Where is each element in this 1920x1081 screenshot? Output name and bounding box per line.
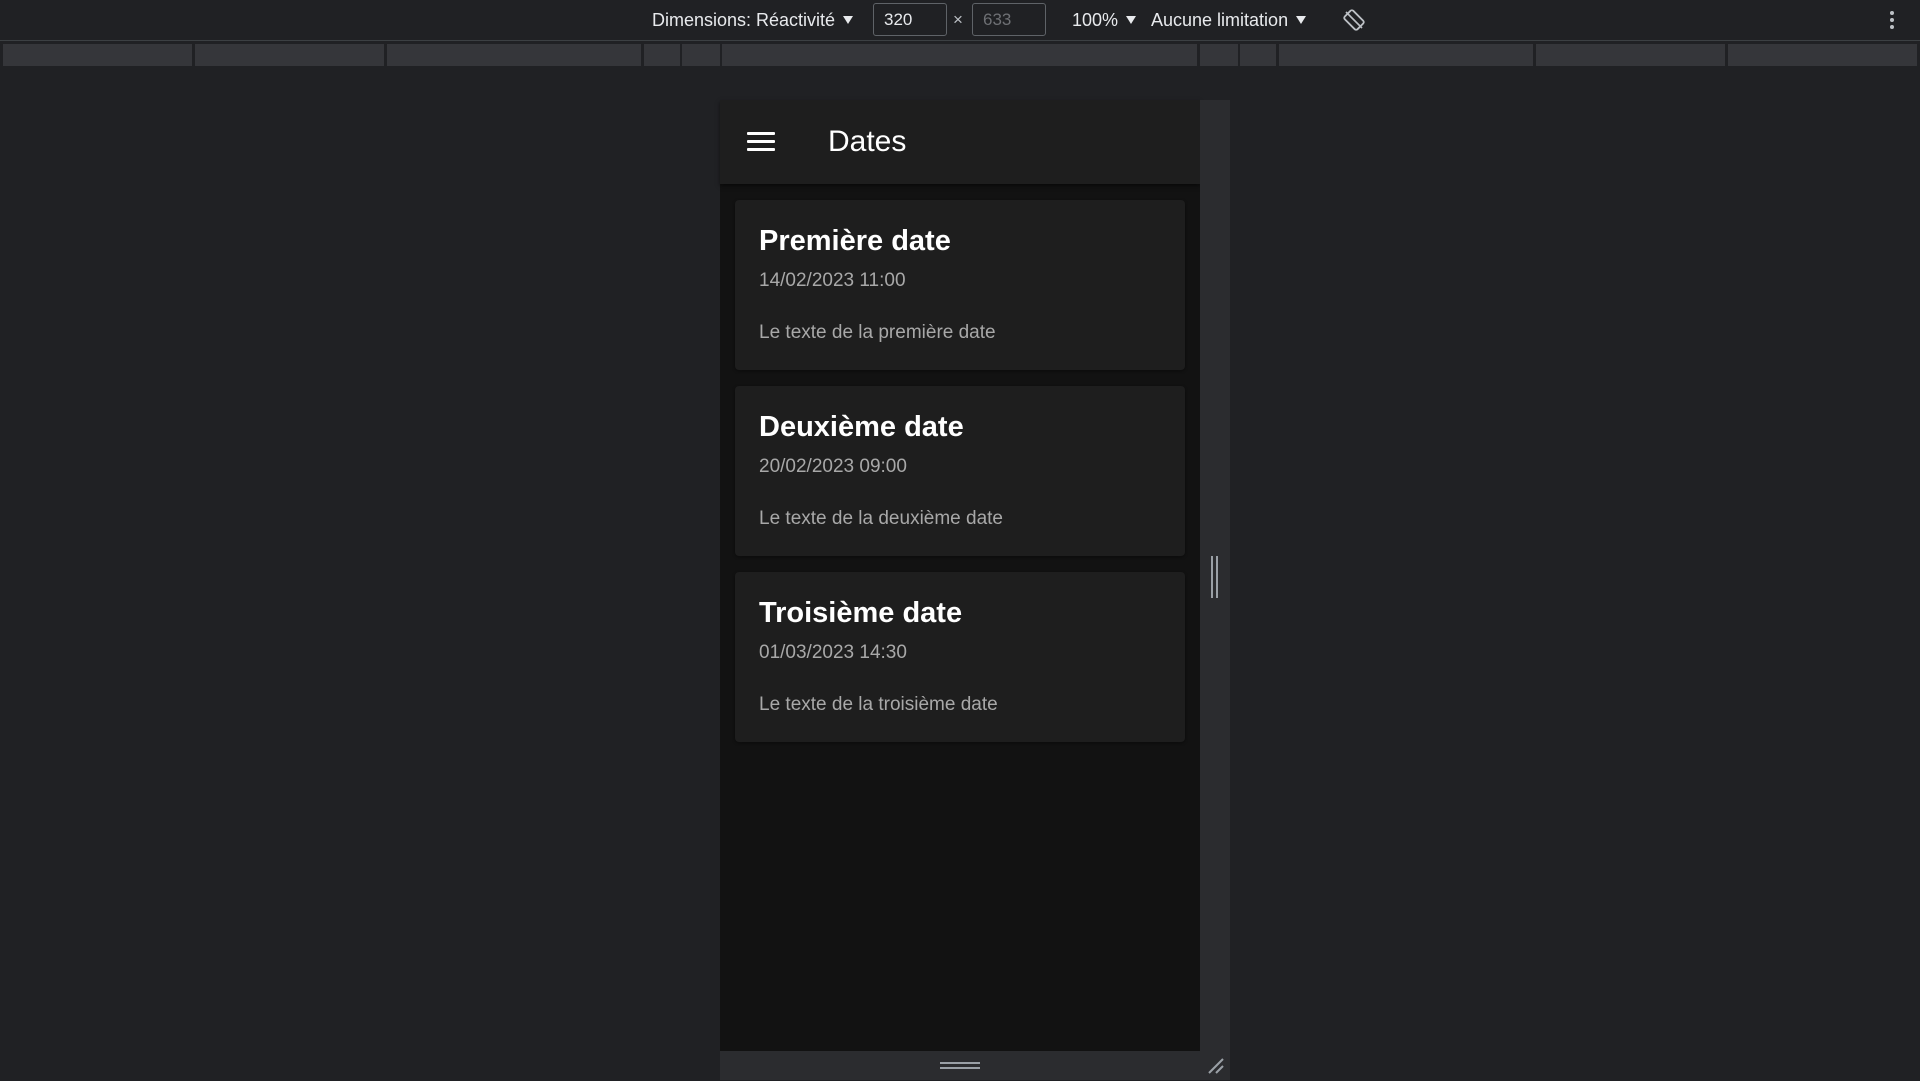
date-list: Première date 14/02/2023 11:00 Le texte … (735, 200, 1185, 758)
times-sign: × (953, 10, 963, 29)
media-query-segment[interactable] (195, 44, 384, 66)
media-query-segment[interactable] (682, 44, 720, 66)
media-query-bar (0, 40, 1920, 68)
card-date: 01/03/2023 14:30 (759, 642, 907, 663)
media-query-segment[interactable] (1279, 44, 1533, 66)
resize-handle-bottom-icon[interactable] (940, 1062, 980, 1072)
chevron-down-icon (1126, 16, 1137, 24)
page-title: Dates (828, 125, 907, 158)
zoom-dropdown[interactable]: 100% (1072, 10, 1137, 31)
device-toolbar: Dimensions: Réactivité × 100% Aucune lim… (0, 0, 1920, 40)
date-card[interactable]: Deuxième date 20/02/2023 09:00 Le texte … (735, 386, 1185, 556)
dimensions-dropdown[interactable]: Dimensions: Réactivité (652, 10, 854, 31)
media-query-segment[interactable] (387, 44, 641, 66)
date-card[interactable]: Première date 14/02/2023 11:00 Le texte … (735, 200, 1185, 370)
zoom-label: 100% (1072, 10, 1119, 30)
chevron-down-icon (843, 16, 854, 24)
media-query-segment[interactable] (644, 44, 680, 66)
width-input[interactable] (873, 3, 947, 36)
app-header: Dates (720, 100, 1200, 184)
card-text: Le texte de la deuxième date (759, 508, 1004, 529)
date-card[interactable]: Troisième date 01/03/2023 14:30 Le texte… (735, 572, 1185, 742)
media-query-segment[interactable] (1728, 44, 1917, 66)
height-input[interactable] (972, 3, 1046, 36)
device-viewport: Dates Première date 14/02/2023 11:00 Le … (720, 100, 1200, 1051)
hamburger-menu-icon[interactable] (747, 132, 777, 154)
chevron-down-icon (1296, 16, 1307, 24)
throttling-dropdown[interactable]: Aucune limitation (1151, 10, 1307, 31)
resize-corner-icon[interactable] (1206, 1056, 1226, 1076)
card-title: Deuxième date (759, 411, 964, 443)
throttling-label: Aucune limitation (1151, 10, 1289, 30)
rotate-icon[interactable] (1342, 8, 1366, 32)
card-title: Troisième date (759, 597, 963, 629)
dimensions-label: Dimensions: Réactivité (652, 10, 836, 30)
card-date: 14/02/2023 11:00 (759, 270, 906, 291)
card-text: Le texte de la troisième date (759, 694, 998, 715)
media-query-segment[interactable] (1240, 44, 1276, 66)
resize-handle-right-icon[interactable] (1211, 556, 1221, 598)
viewport-area: Dates Première date 14/02/2023 11:00 Le … (0, 68, 1920, 1080)
media-query-segment[interactable] (1200, 44, 1238, 66)
card-date: 20/02/2023 09:00 (759, 456, 907, 477)
card-text: Le texte de la première date (759, 322, 996, 343)
media-query-segment[interactable] (1536, 44, 1725, 66)
media-query-segment[interactable] (722, 44, 1197, 66)
more-vert-icon[interactable] (1882, 8, 1902, 32)
card-title: Première date (759, 225, 951, 257)
media-query-segment[interactable] (3, 44, 192, 66)
